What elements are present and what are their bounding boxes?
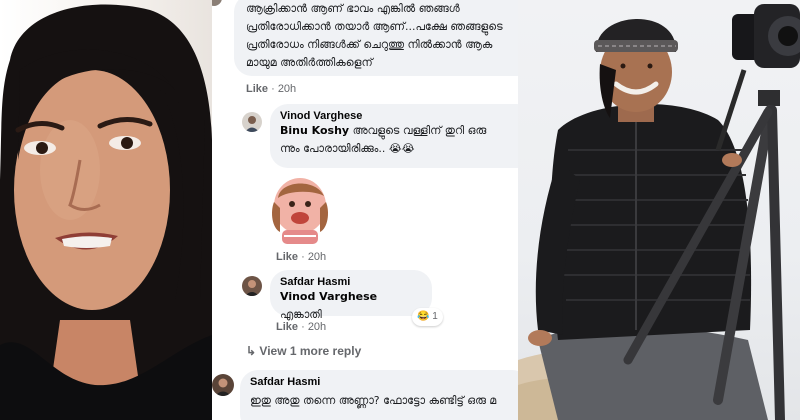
reaction-count: 1 [432, 311, 438, 322]
like-button[interactable]: Like [276, 251, 298, 263]
woman-selfie-photo [0, 0, 212, 420]
reply-bubble: Vinod Varghese Binu Koshy അവളുടെ വള്ളിന്… [270, 104, 518, 168]
person-icon [215, 378, 231, 396]
timestamp: 20h [307, 321, 327, 333]
reply-bubble: Safdar Hasmi Vinod Varghese എങ്കാതി [270, 270, 432, 321]
comment-text-line: പ്രതിരോധം നിങ്ങൾക്ക് ചെറുത്തു നിൽക്കാൻ ആ… [246, 38, 493, 51]
timestamp: 20h [307, 251, 327, 263]
comment-text-fragment: എങ്കാതി [280, 308, 322, 321]
comment-bubble-bottom: Safdar Hasmi ഇതു അതു തന്നെ അണ്ണാ? ഫോട്ടോ… [240, 370, 518, 420]
comment-author[interactable]: Safdar Hasmi [280, 276, 422, 288]
timestamp: 20h [277, 83, 297, 95]
cartoon-sticker [268, 172, 334, 248]
view-more-replies-link[interactable]: ↳ View 1 more reply [246, 344, 361, 358]
comment-text: ഇതു അതു തന്നെ അണ്ണാ? ഫോട്ടോ കണ്ടിട്ട് ഒര… [250, 394, 497, 407]
comment-author[interactable]: Vinod Varghese [280, 110, 518, 122]
comment-text-line: മായുമ അതിർത്തികളെന് [246, 56, 373, 69]
comment-thread-screenshot: ആക്രിക്കാൻ ആണ് ഭാവം എങ്കിൽ ഞങ്ങൾ പ്രതിരോ… [212, 0, 518, 420]
photo-collage: ആക്രിക്കാൻ ആണ് ഭാവം എങ്കിൽ ഞങ്ങൾ പ്രതിരോ… [0, 0, 800, 420]
sticker-meta: Like · 20h [276, 251, 327, 263]
comment-text: ന്നും പോരായിരിക്കും.. 😭😭 [280, 140, 518, 158]
avatar[interactable] [212, 0, 222, 6]
comment-text-fragment: ന്നും പോരായിരിക്കും.. [280, 142, 386, 155]
comment-text-line: പ്രതിരോധിക്കാൻ തയാർ ആണ്...പക്ഷേ ഞങ്ങളുടെ [246, 20, 503, 33]
sticker-image [272, 178, 328, 244]
comment-meta: Like · 20h [246, 83, 297, 95]
mention-link[interactable]: Vinod Varghese [280, 290, 377, 303]
comment-text-fragment: അവളുടെ വള്ളിന് തുറി ഒരു [352, 124, 487, 137]
comment-text-line: ആക്രിക്കാൻ ആണ് ഭാവം എങ്കിൽ ഞങ്ങൾ [246, 2, 460, 15]
person-icon [245, 280, 259, 296]
comment-bubble-top: ആക്രിക്കാൻ ആണ് ഭാവം എങ്കിൽ ഞങ്ങൾ പ്രതിരോ… [234, 0, 518, 76]
comment-text: Binu Koshy അവളുടെ വള്ളിന് തുറി ഒരു [280, 122, 518, 140]
comment-text: Vinod Varghese എങ്കാതി [280, 288, 422, 324]
photographer-illustration [518, 4, 800, 420]
woman-selfie-illustration [0, 4, 212, 420]
avatar[interactable] [242, 276, 262, 296]
mention-link[interactable]: Binu Koshy [280, 124, 349, 137]
reply-meta: Like · 20h [276, 321, 327, 333]
crying-emoji: 😭😭 [388, 142, 415, 155]
comment-author[interactable]: Safdar Hasmi [250, 376, 518, 388]
like-button[interactable]: Like [276, 321, 298, 333]
avatar[interactable] [242, 112, 262, 132]
like-button[interactable]: Like [246, 83, 268, 95]
laugh-emoji: 😂 [417, 311, 430, 322]
photographer-photo [518, 0, 800, 420]
avatar[interactable] [212, 374, 234, 396]
reply-arrow-icon: ↳ [246, 344, 257, 358]
view-more-label: View 1 more reply [259, 344, 362, 358]
reaction-badge[interactable]: 😂 1 [412, 308, 443, 326]
person-icon [245, 116, 259, 132]
